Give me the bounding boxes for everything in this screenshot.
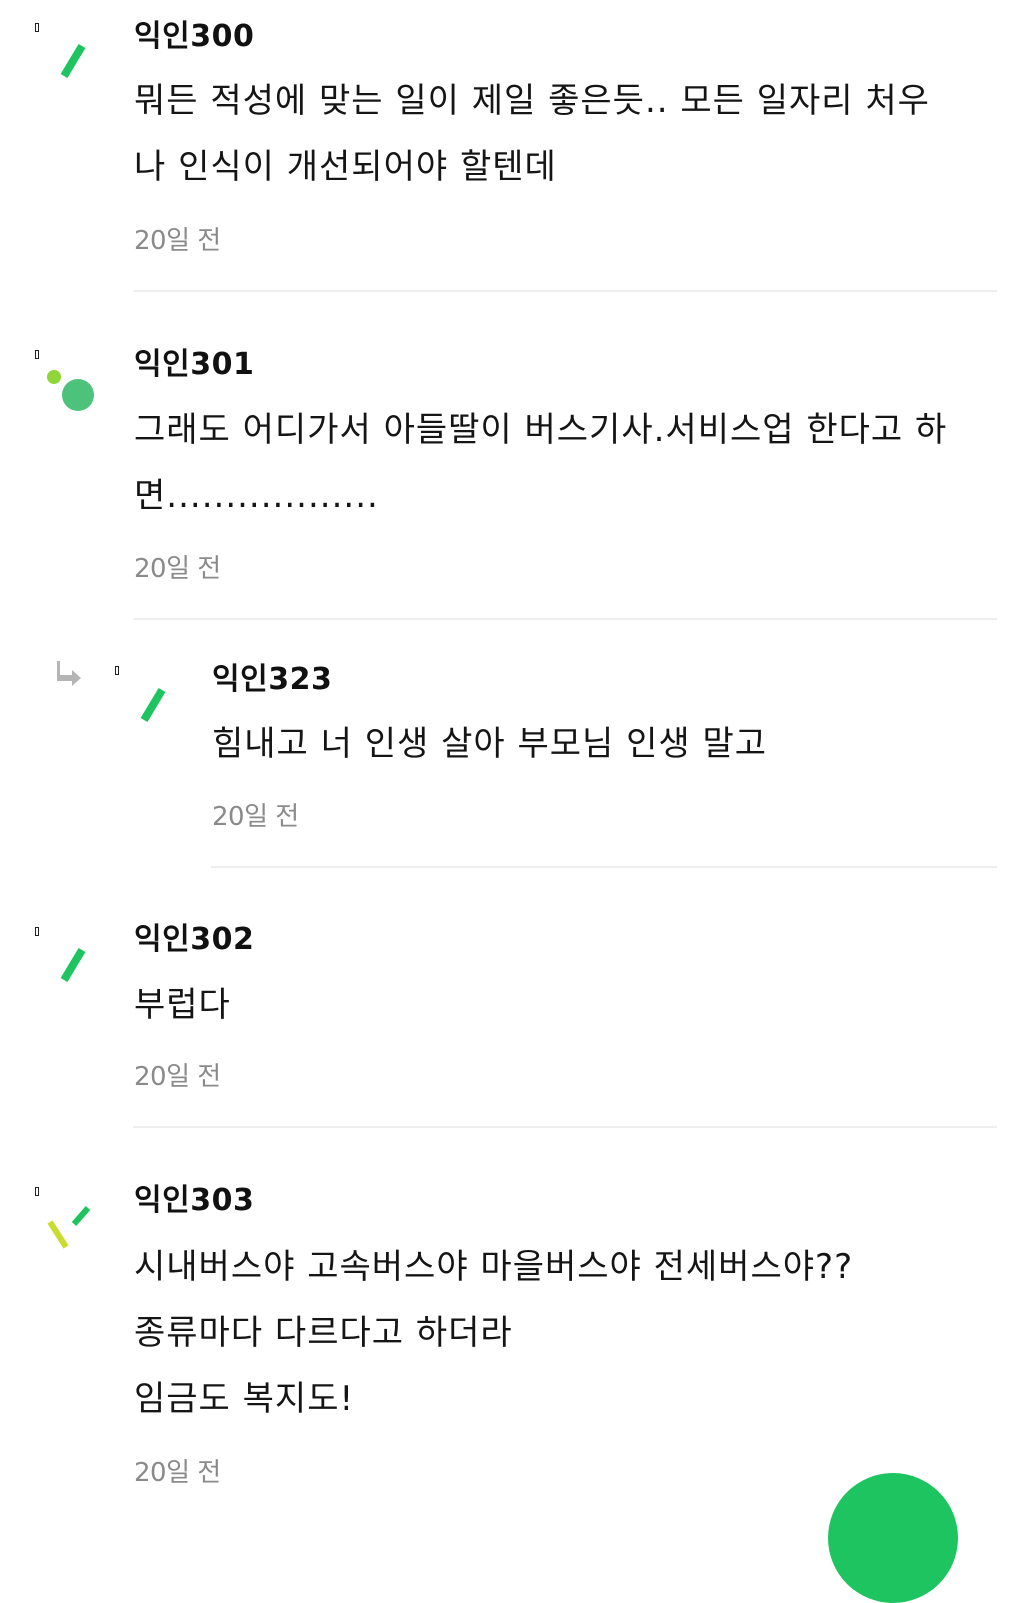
comment-timestamp: 20일 전 xyxy=(212,802,299,832)
divider xyxy=(133,290,997,292)
comment-author[interactable]: 익인301 xyxy=(134,347,254,383)
comment-line: 힘내고 너 인생 살아 부모님 인생 말고 xyxy=(212,724,768,764)
comment-line: 종류마다 다르다고 하더라 xyxy=(134,1313,513,1353)
comment-line: 시내버스야 고속버스야 마을버스야 전세버스야?? xyxy=(134,1247,854,1287)
avatar-green-slash-icon[interactable] xyxy=(46,34,102,90)
bookmark-icon[interactable] xyxy=(35,350,39,359)
avatar-yellow-green-check-icon[interactable] xyxy=(40,1200,96,1256)
comment-timestamp: 20일 전 xyxy=(134,226,221,256)
comment-timestamp: 20일 전 xyxy=(134,1062,221,1092)
comment-body: 뭐든 적성에 맞는 일이 제일 좋은듯.. 모든 일자리 처우 나 인식이 개선… xyxy=(134,68,930,200)
comment-line: 면.................. xyxy=(134,476,379,516)
reply-arrow-icon xyxy=(57,661,81,686)
bookmark-icon[interactable] xyxy=(35,23,39,32)
comment-author[interactable]: 익인303 xyxy=(134,1183,254,1219)
comment-timestamp: 20일 전 xyxy=(134,554,221,584)
comment-body: 부럽다 xyxy=(134,972,231,1038)
comment-timestamp: 20일 전 xyxy=(134,1458,221,1488)
comment-line: 부럽다 xyxy=(134,985,231,1025)
avatar-green-slash-icon[interactable] xyxy=(126,678,182,734)
comment-line: 그래도 어디가서 아들딸이 버스기사.서비스업 한다고 하 xyxy=(134,410,948,450)
comment-body: 그래도 어디가서 아들딸이 버스기사.서비스업 한다고 하 면.........… xyxy=(134,397,947,529)
divider xyxy=(133,1126,997,1128)
bookmark-icon[interactable] xyxy=(115,666,119,675)
comment-author[interactable]: 익인300 xyxy=(134,19,254,55)
comment-line: 임금도 복지도! xyxy=(134,1379,355,1419)
bookmark-icon[interactable] xyxy=(35,1187,39,1196)
bookmark-icon[interactable] xyxy=(35,927,39,936)
comment-body: 시내버스야 고속버스야 마을버스야 전세버스야?? 종류마다 다르다고 하더라 … xyxy=(134,1234,853,1432)
avatar-green-dots-icon[interactable] xyxy=(44,366,100,422)
comment-author[interactable]: 익인323 xyxy=(212,662,332,698)
comment-line: 뭐든 적성에 맞는 일이 제일 좋은듯.. 모든 일자리 처우 xyxy=(134,81,930,121)
comment-body: 힘내고 너 인생 살아 부모님 인생 말고 xyxy=(212,711,767,777)
comment-author[interactable]: 익인302 xyxy=(134,922,254,958)
divider xyxy=(211,866,997,868)
comment-line: 나 인식이 개선되어야 할텐데 xyxy=(134,147,557,187)
avatar-green-slash-icon[interactable] xyxy=(46,938,102,994)
floating-write-button[interactable] xyxy=(828,1473,958,1603)
divider xyxy=(133,618,997,620)
